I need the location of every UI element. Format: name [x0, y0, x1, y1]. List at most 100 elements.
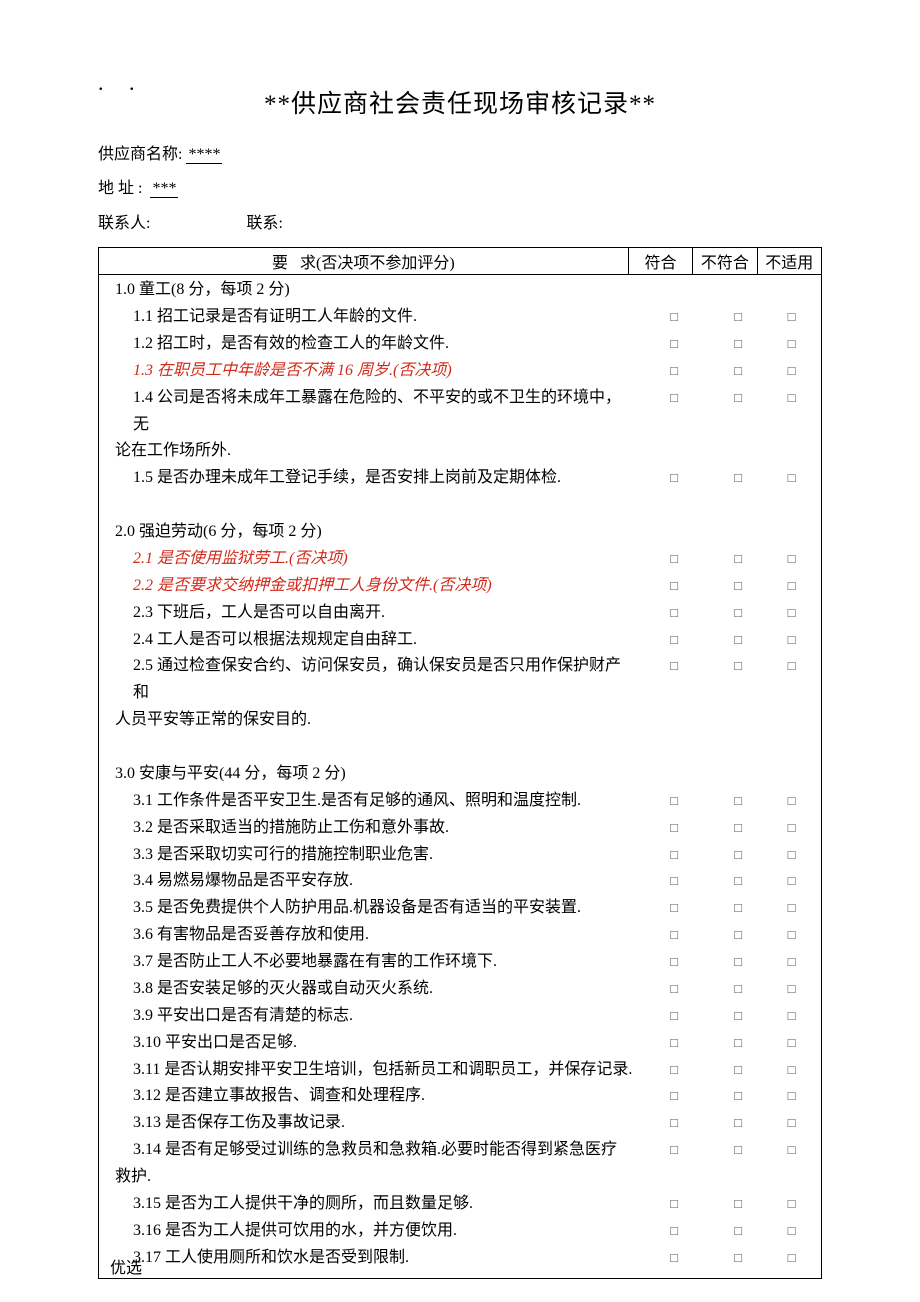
- checkbox-na[interactable]: □: [770, 949, 813, 976]
- checkbox-no[interactable]: □: [706, 1083, 770, 1110]
- veto-item: 1.3 在职员工中年龄是否不满 16 周岁.(否决项): [115, 358, 634, 385]
- checkbox-ok[interactable]: □: [642, 1003, 706, 1030]
- checkbox-no[interactable]: □: [706, 1137, 770, 1164]
- checkbox-ok[interactable]: □: [642, 815, 706, 842]
- checkbox-no[interactable]: □: [706, 304, 770, 331]
- checkbox-na[interactable]: □: [770, 922, 813, 949]
- checkbox-no: [706, 492, 770, 519]
- checkbox-no[interactable]: □: [706, 331, 770, 358]
- checkbox-no[interactable]: □: [706, 573, 770, 600]
- checkbox-na[interactable]: □: [770, 546, 813, 573]
- table-row: 论在工作场所外.: [107, 438, 813, 465]
- checkbox-na[interactable]: □: [770, 331, 813, 358]
- checkbox-ok[interactable]: □: [642, 788, 706, 815]
- checkbox-ok[interactable]: □: [642, 1245, 706, 1272]
- requirement-item: 3.6 有害物品是否妥善存放和使用.: [115, 922, 634, 949]
- checkbox-na[interactable]: □: [770, 1191, 813, 1218]
- checkbox-na[interactable]: □: [770, 653, 813, 707]
- checkbox-ok: [642, 1164, 706, 1191]
- checkbox-na[interactable]: □: [770, 573, 813, 600]
- checkbox-na[interactable]: □: [770, 1245, 813, 1272]
- checkbox-no[interactable]: □: [706, 546, 770, 573]
- checkbox-na[interactable]: □: [770, 304, 813, 331]
- checkbox-ok[interactable]: □: [642, 546, 706, 573]
- checkbox-na[interactable]: □: [770, 1030, 813, 1057]
- requirement-cell: 3.15 是否为工人提供干净的厕所，而且数量足够.: [107, 1191, 642, 1218]
- checkbox-no[interactable]: □: [706, 815, 770, 842]
- checkbox-ok[interactable]: □: [642, 976, 706, 1003]
- checkbox-ok[interactable]: □: [642, 1218, 706, 1245]
- checkbox-no[interactable]: □: [706, 358, 770, 385]
- checkbox-no[interactable]: □: [706, 1030, 770, 1057]
- checkbox-no[interactable]: □: [706, 788, 770, 815]
- checkbox-ok[interactable]: □: [642, 627, 706, 654]
- checkbox-na[interactable]: □: [770, 1003, 813, 1030]
- checkbox-ok[interactable]: □: [642, 465, 706, 492]
- checkbox-no[interactable]: □: [706, 842, 770, 869]
- checkbox-no[interactable]: □: [706, 976, 770, 1003]
- checkbox-icon: □: [734, 1115, 742, 1130]
- checkbox-na[interactable]: □: [770, 842, 813, 869]
- checkbox-na[interactable]: □: [770, 1137, 813, 1164]
- checkbox-ok[interactable]: □: [642, 922, 706, 949]
- checkbox-no[interactable]: □: [706, 385, 770, 439]
- checkbox-na[interactable]: □: [770, 976, 813, 1003]
- col-requirement: 要求(否决项不参加评分): [99, 248, 629, 275]
- checkbox-no[interactable]: □: [706, 627, 770, 654]
- checkbox-na[interactable]: □: [770, 358, 813, 385]
- checkbox-no[interactable]: □: [706, 1110, 770, 1137]
- checkbox-no[interactable]: □: [706, 465, 770, 492]
- checkbox-na[interactable]: □: [770, 868, 813, 895]
- checkbox-na[interactable]: □: [770, 385, 813, 439]
- requirement-item: 3.12 是否建立事故报告、调查和处理程序.: [115, 1083, 634, 1110]
- checkbox-ok[interactable]: □: [642, 1057, 706, 1084]
- checkbox-ok[interactable]: □: [642, 868, 706, 895]
- checkbox-ok[interactable]: □: [642, 600, 706, 627]
- checkbox-no[interactable]: □: [706, 600, 770, 627]
- checkbox-ok[interactable]: □: [642, 1191, 706, 1218]
- checkbox-ok[interactable]: □: [642, 385, 706, 439]
- checkbox-na[interactable]: □: [770, 895, 813, 922]
- checkbox-ok[interactable]: □: [642, 331, 706, 358]
- requirement-item: 2.5 通过检查保安合约、访问保安员，确认保安员是否只用作保护财产和: [115, 653, 634, 707]
- checkbox-ok[interactable]: □: [642, 1030, 706, 1057]
- checkbox-no[interactable]: □: [706, 1191, 770, 1218]
- checkbox-ok[interactable]: □: [642, 842, 706, 869]
- checkbox-no[interactable]: □: [706, 653, 770, 707]
- checkbox-na[interactable]: □: [770, 465, 813, 492]
- checkbox-na[interactable]: □: [770, 815, 813, 842]
- checkbox-na[interactable]: □: [770, 1057, 813, 1084]
- checkbox-no[interactable]: □: [706, 1245, 770, 1272]
- checkbox-no[interactable]: □: [706, 895, 770, 922]
- checkbox-icon: □: [734, 900, 742, 915]
- checkbox-no[interactable]: □: [706, 1003, 770, 1030]
- checkbox-ok[interactable]: □: [642, 653, 706, 707]
- checkbox-na[interactable]: □: [770, 627, 813, 654]
- checkbox-ok[interactable]: □: [642, 573, 706, 600]
- checkbox-ok[interactable]: □: [642, 1137, 706, 1164]
- checkbox-ok[interactable]: □: [642, 895, 706, 922]
- checkbox-icon: □: [670, 1035, 678, 1050]
- checkbox-ok[interactable]: □: [642, 1110, 706, 1137]
- checkbox-na[interactable]: □: [770, 1110, 813, 1137]
- checkbox-no[interactable]: □: [706, 868, 770, 895]
- table-row: 3.13 是否保存工伤及事故记录.□□□: [107, 1110, 813, 1137]
- checkbox-no[interactable]: □: [706, 1218, 770, 1245]
- requirement-cell: 3.5 是否免费提供个人防护用品.机器设备是否有适当的平安装置.: [107, 895, 642, 922]
- checkbox-no[interactable]: □: [706, 1057, 770, 1084]
- table-row: 2.5 通过检查保安合约、访问保安员，确认保安员是否只用作保护财产和□□□: [107, 653, 813, 707]
- checkbox-ok[interactable]: □: [642, 949, 706, 976]
- checkbox-ok[interactable]: □: [642, 1083, 706, 1110]
- checkbox-no[interactable]: □: [706, 922, 770, 949]
- checkbox-ok[interactable]: □: [642, 358, 706, 385]
- checkbox-ok[interactable]: □: [642, 304, 706, 331]
- checkbox-na[interactable]: □: [770, 600, 813, 627]
- requirement-cell: 3.7 是否防止工人不必要地暴露在有害的工作环境下.: [107, 949, 642, 976]
- checkbox-na[interactable]: □: [770, 788, 813, 815]
- requirement-item: 3.14 是否有足够受过训练的急救员和急救箱.必要时能否得到紧急医疗: [115, 1137, 634, 1164]
- checkbox-na[interactable]: □: [770, 1218, 813, 1245]
- checkbox-icon: □: [788, 1035, 796, 1050]
- checkbox-na[interactable]: □: [770, 1083, 813, 1110]
- table-row: 1.5 是否办理未成年工登记手续，是否安排上岗前及定期体检.□□□: [107, 465, 813, 492]
- checkbox-no[interactable]: □: [706, 949, 770, 976]
